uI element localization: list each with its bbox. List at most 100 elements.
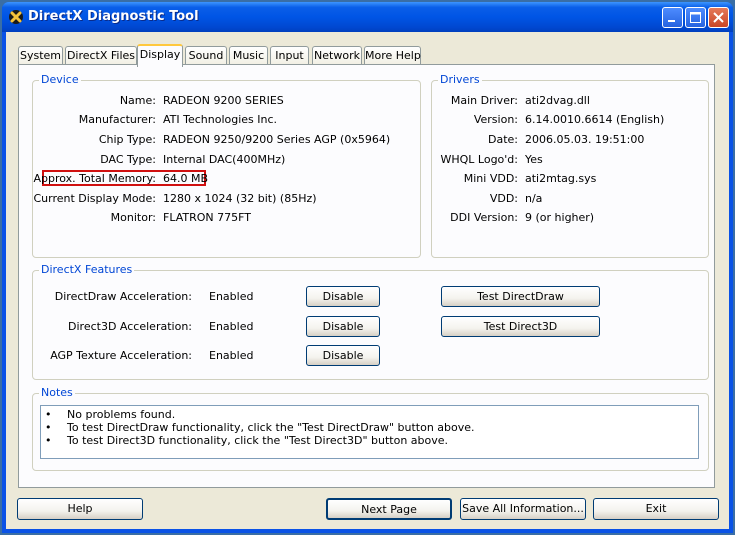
note-item: • To test DirectDraw functionality, clic… — [45, 421, 695, 434]
tab-music[interactable]: Music — [229, 46, 268, 65]
help-button[interactable]: Help — [17, 498, 143, 520]
tab-label: More Help — [365, 49, 421, 62]
driver-row-ddi-version: DDI Version: 9 (or higher) — [432, 211, 708, 225]
driver-value: ati2dvag.dll — [525, 94, 590, 107]
notes-group: Notes • No problems found. • To test Dir… — [32, 386, 709, 471]
device-value: ATI Technologies Inc. — [163, 113, 278, 126]
notes-group-label: Notes — [39, 386, 75, 399]
button-label: Test Direct3D — [483, 320, 558, 333]
note-text: To test DirectDraw functionality, click … — [67, 421, 475, 434]
driver-label: Mini VDD: — [463, 172, 518, 185]
driver-value: n/a — [525, 192, 543, 205]
button-label: Save All Information... — [462, 502, 584, 515]
display-panel: Device Name: RADEON 9200 SERIES Manufact… — [18, 64, 715, 488]
drivers-group: Drivers Main Driver: ati2dvag.dll Versio… — [431, 73, 709, 258]
disable-directdraw-button[interactable]: Disable — [306, 286, 380, 307]
feature-label: DirectDraw Acceleration: — [54, 290, 192, 303]
test-directdraw-button[interactable]: Test DirectDraw — [441, 286, 600, 307]
tab-label: DirectX Files — [66, 49, 136, 62]
title-bar[interactable]: DirectX Diagnostic Tool — [2, 2, 733, 32]
device-group-label: Device — [39, 73, 81, 86]
device-row-chip-type: Chip Type: RADEON 9250/9200 Series AGP (… — [33, 133, 420, 147]
note-text: No problems found. — [67, 408, 176, 421]
button-label: Help — [67, 502, 93, 515]
driver-label: DDI Version: — [450, 211, 518, 224]
tab-directx-files[interactable]: DirectX Files — [65, 46, 137, 65]
device-label: Name: — [119, 94, 156, 107]
driver-label: Date: — [488, 133, 518, 146]
driver-label: Main Driver: — [450, 94, 518, 107]
device-row-total-memory: Approx. Total Memory: 64.0 MB — [33, 172, 420, 186]
disable-direct3d-button[interactable]: Disable — [306, 316, 380, 337]
device-label: Monitor: — [110, 211, 156, 224]
driver-row-main: Main Driver: ati2dvag.dll — [432, 94, 708, 108]
device-row-display-mode: Current Display Mode: 1280 x 1024 (32 bi… — [33, 192, 420, 206]
minimize-icon — [668, 20, 675, 22]
disable-agp-button[interactable]: Disable — [306, 345, 380, 366]
device-value: Internal DAC(400MHz) — [163, 153, 286, 166]
driver-row-whql: WHQL Logo'd: Yes — [432, 153, 708, 167]
exit-button[interactable]: Exit — [593, 498, 719, 520]
device-row-manufacturer: Manufacturer: ATI Technologies Inc. — [33, 113, 420, 127]
driver-row-version: Version: 6.14.0010.6614 (English) — [432, 113, 708, 127]
feature-status: Enabled — [209, 349, 254, 362]
tab-network[interactable]: Network — [312, 46, 362, 65]
driver-label: Version: — [473, 113, 518, 126]
device-value: FLATRON 775FT — [163, 211, 251, 224]
next-page-button[interactable]: Next Page — [326, 498, 452, 520]
tab-system[interactable]: System — [18, 46, 63, 65]
tab-input[interactable]: Input — [270, 46, 309, 65]
tab-sound[interactable]: Sound — [185, 46, 227, 65]
button-label: Disable — [322, 290, 364, 303]
driver-value: Yes — [525, 153, 543, 166]
device-value: RADEON 9200 SERIES — [163, 94, 284, 107]
button-label: Exit — [645, 502, 667, 515]
device-value: 64.0 MB — [163, 172, 209, 185]
tab-label: Input — [275, 49, 304, 62]
tab-label: Network — [314, 49, 360, 62]
directx-features-group: DirectX Features DirectDraw Acceleration… — [32, 263, 709, 380]
feature-status: Enabled — [209, 320, 254, 333]
device-row-monitor: Monitor: FLATRON 775FT — [33, 211, 420, 225]
driver-value: 9 (or higher) — [525, 211, 595, 224]
feature-label: Direct3D Acceleration: — [68, 320, 192, 333]
tab-display[interactable]: Display — [137, 44, 183, 67]
device-label: DAC Type: — [100, 153, 156, 166]
device-label: Manufacturer: — [78, 113, 156, 126]
bullet: • — [45, 421, 52, 434]
close-button[interactable] — [708, 7, 729, 28]
maximize-button[interactable] — [685, 7, 706, 28]
client-area: System DirectX Files Display Sound Music… — [6, 32, 729, 529]
button-label: Disable — [322, 349, 364, 362]
notes-textbox[interactable]: • No problems found. • To test DirectDra… — [40, 405, 699, 459]
tab-label: System — [19, 49, 62, 62]
dxdiag-window: DirectX Diagnostic Tool System DirectX F… — [2, 2, 733, 533]
save-all-information-button[interactable]: Save All Information... — [460, 498, 586, 520]
close-icon — [713, 12, 724, 23]
minimize-button[interactable] — [662, 7, 683, 28]
device-label: Approx. Total Memory: — [33, 172, 157, 185]
driver-row-date: Date: 2006.05.03. 19:51:00 — [432, 133, 708, 147]
device-value: RADEON 9250/9200 Series AGP (0x5964) — [163, 133, 391, 146]
device-row-name: Name: RADEON 9200 SERIES — [33, 94, 420, 108]
window-title: DirectX Diagnostic Tool — [28, 9, 199, 24]
maximize-icon — [690, 12, 701, 23]
button-label: Next Page — [361, 503, 417, 516]
tab-label: Music — [232, 49, 265, 62]
device-label: Chip Type: — [98, 133, 156, 146]
features-group-label: DirectX Features — [39, 263, 135, 276]
test-direct3d-button[interactable]: Test Direct3D — [441, 316, 600, 337]
device-value: 1280 x 1024 (32 bit) (85Hz) — [163, 192, 317, 205]
driver-row-vdd: VDD: n/a — [432, 192, 708, 206]
tab-more-help[interactable]: More Help — [364, 46, 421, 65]
bullet: • — [45, 408, 52, 421]
driver-value: 2006.05.03. 19:51:00 — [525, 133, 645, 146]
bullet: • — [45, 434, 52, 447]
driver-row-mini-vdd: Mini VDD: ati2mtag.sys — [432, 172, 708, 186]
button-label: Test DirectDraw — [477, 290, 564, 303]
tab-label: Sound — [188, 49, 224, 62]
note-item: • To test Direct3D functionality, click … — [45, 434, 695, 447]
driver-value: 6.14.0010.6614 (English) — [525, 113, 665, 126]
driver-value: ati2mtag.sys — [525, 172, 597, 185]
note-text: To test Direct3D functionality, click th… — [67, 434, 449, 447]
